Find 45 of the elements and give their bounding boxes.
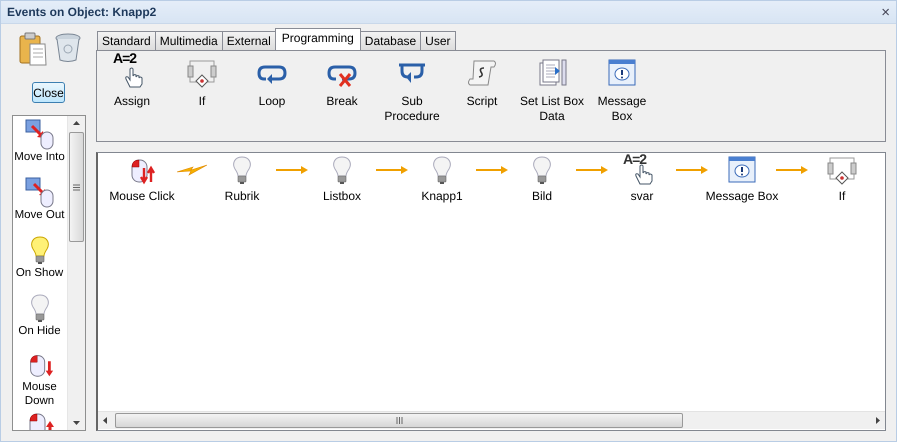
- tab[interactable]: Programming: [274, 28, 361, 50]
- tool-label[interactable]: Script: [466, 94, 498, 109]
- connector-arrow: [276, 165, 308, 175]
- node-label: Rubrik: [224, 189, 260, 203]
- tab[interactable]: Standard: [97, 31, 156, 50]
- lightning-icon: [177, 163, 207, 177]
- node-label: If: [838, 189, 846, 203]
- tab[interactable]: Database: [360, 31, 422, 50]
- event-label[interactable]: Move Into: [12, 150, 66, 164]
- assign-glyph: A=2: [113, 51, 136, 65]
- connector-arrow: [576, 165, 608, 175]
- node-label: Knapp1: [421, 189, 463, 203]
- node-label: svar: [630, 189, 654, 203]
- close-icon[interactable]: ×: [881, 4, 890, 20]
- scrollbar-thumb[interactable]: [68, 132, 84, 242]
- tab[interactable]: Multimedia: [154, 31, 223, 50]
- tool-label[interactable]: Set List Box Data: [520, 94, 584, 124]
- event-label[interactable]: Move Out: [12, 208, 66, 222]
- tool-label[interactable]: Break: [326, 94, 358, 109]
- tool-label[interactable]: Sub Procedure: [384, 94, 440, 124]
- move-out-icon: [24, 176, 56, 208]
- event-label[interactable]: On Hide: [12, 324, 66, 338]
- node-label: Bild: [532, 189, 552, 203]
- connector-arrow: [676, 165, 708, 175]
- tool-label[interactable]: Message Box: [598, 94, 646, 124]
- node-label: Listbox: [322, 189, 362, 203]
- scrollbar-thumb[interactable]: [115, 413, 683, 428]
- trash-can-icon[interactable]: [54, 32, 82, 62]
- event-label[interactable]: On Show: [12, 266, 66, 280]
- tab[interactable]: User: [420, 31, 456, 50]
- window-title: Events on Object: Knapp2: [7, 5, 156, 19]
- tab[interactable]: External: [222, 31, 276, 50]
- tool-label[interactable]: Assign: [114, 94, 150, 109]
- connector-arrow: [376, 165, 408, 175]
- connector-arrow: [776, 165, 808, 175]
- assign-glyph: A=2: [623, 153, 646, 166]
- connector-arrow: [476, 165, 508, 175]
- clipboard-icon[interactable]: [18, 32, 48, 66]
- tool-label[interactable]: Loop: [258, 94, 286, 109]
- node-label: Message Box: [706, 189, 778, 203]
- node-label: Mouse Click: [109, 189, 175, 203]
- event-label[interactable]: Mouse Down: [12, 380, 66, 408]
- tool-label[interactable]: If: [198, 94, 206, 109]
- close-button[interactable]: Close: [32, 82, 65, 103]
- move-into-icon: [24, 118, 56, 150]
